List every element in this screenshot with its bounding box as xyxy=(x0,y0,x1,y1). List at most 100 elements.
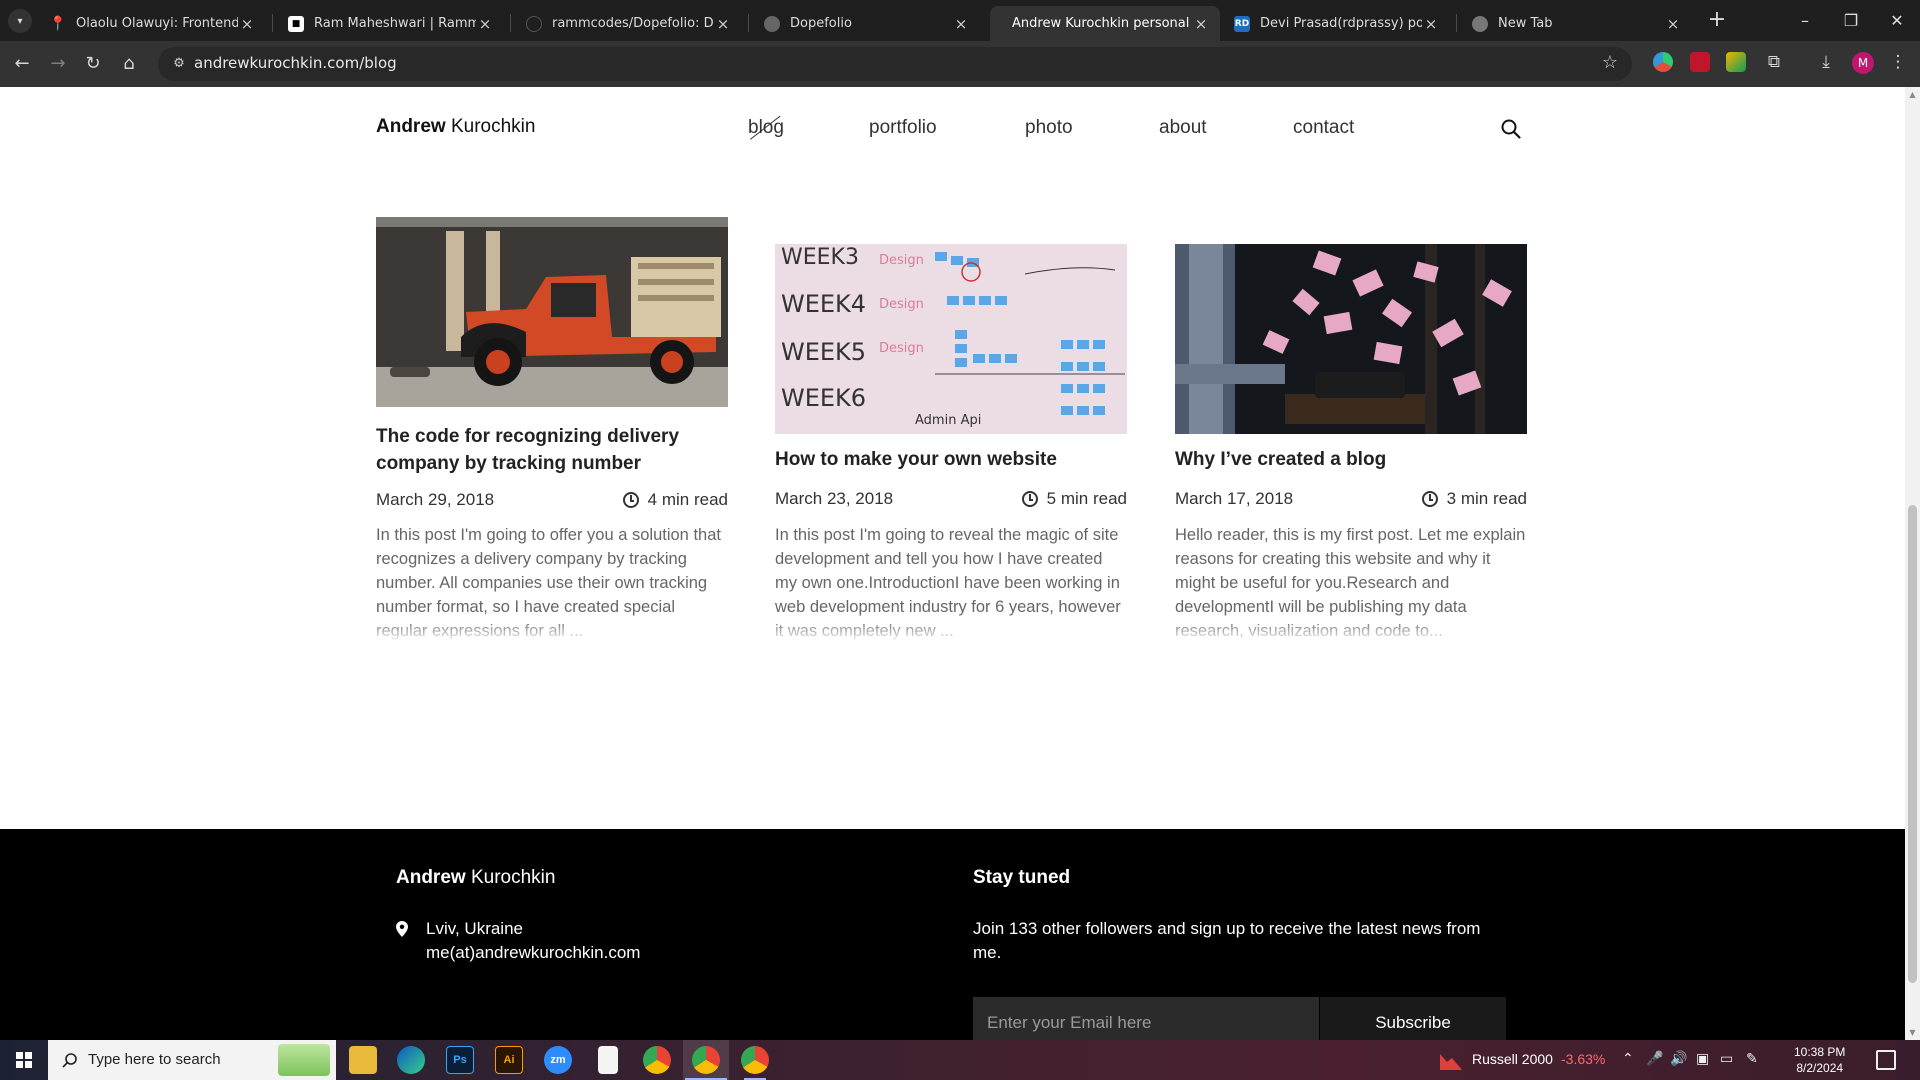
camera-icon[interactable]: ▣ xyxy=(1696,1051,1709,1067)
close-icon[interactable]: × xyxy=(714,15,732,33)
location-pin-icon xyxy=(396,921,408,937)
svg-text:WEEK4: WEEK4 xyxy=(781,290,866,318)
close-window-icon[interactable]: ✕ xyxy=(1874,0,1920,41)
post-card[interactable]: WEEK3 WEEK4 WEEK5 WEEK6 Design Design De… xyxy=(775,244,1127,644)
windows-start-icon[interactable] xyxy=(0,1040,48,1080)
stock-change: -3.63% xyxy=(1561,1051,1606,1067)
nav-contact[interactable]: contact xyxy=(1293,117,1354,139)
scroll-up-icon[interactable]: ▲ xyxy=(1908,90,1917,99)
photoshop-icon[interactable]: Ps xyxy=(446,1046,474,1074)
tab-github-dopefolio[interactable]: rammcodes/Dopefolio: Dopefolio × xyxy=(516,6,742,41)
post-image-whiteboard[interactable]: WEEK3 WEEK4 WEEK5 WEEK6 Design Design De… xyxy=(775,244,1127,434)
site-info-icon[interactable]: ⚙ xyxy=(170,55,188,73)
tab-search-icon[interactable]: ▾ xyxy=(8,9,32,33)
reload-icon[interactable]: ↻ xyxy=(78,49,108,79)
post-date: March 17, 2018 xyxy=(1175,489,1294,508)
illustrator-icon[interactable]: Ai xyxy=(495,1046,523,1074)
bookmark-star-icon[interactable]: ☆ xyxy=(1602,52,1618,73)
extension-icon-3[interactable] xyxy=(1726,52,1746,72)
restore-icon[interactable]: ❐ xyxy=(1828,0,1874,41)
back-icon[interactable]: ← xyxy=(7,49,37,79)
close-icon[interactable]: × xyxy=(238,15,256,33)
taskbar-clock[interactable]: 10:38 PM 8/2/2024 xyxy=(1794,1044,1845,1076)
stock-chart-icon xyxy=(1440,1054,1462,1070)
taskbar-time: 10:38 PM xyxy=(1794,1045,1846,1059)
notepad-icon[interactable] xyxy=(598,1046,618,1074)
chrome-second-icon[interactable] xyxy=(741,1046,769,1074)
post-title[interactable]: Why I’ve created a blog xyxy=(1175,446,1527,473)
chevron-up-icon[interactable]: ⌃ xyxy=(1622,1051,1634,1067)
url-text[interactable]: andrewkurochkin.com/blog xyxy=(194,54,397,72)
zoom-icon[interactable]: zm xyxy=(544,1046,572,1074)
search-icon[interactable] xyxy=(1500,118,1522,140)
subscribe-button[interactable]: Subscribe xyxy=(1319,997,1506,1040)
post-read-time: 5 min read xyxy=(1021,489,1127,509)
post-title[interactable]: How to make your own website xyxy=(775,446,1127,473)
post-title[interactable]: The code for recognizing delivery compan… xyxy=(376,423,728,477)
post-card[interactable]: The code for recognizing delivery compan… xyxy=(376,217,728,640)
svg-text:Design: Design xyxy=(879,253,924,268)
close-icon[interactable]: × xyxy=(952,15,970,33)
rd-logo-icon: RD xyxy=(1234,15,1250,32)
tab-olaolu[interactable]: 📍 Olaolu Olawuyi: Frontend developer × xyxy=(40,6,266,41)
pen-icon[interactable]: ✎ xyxy=(1746,1051,1758,1067)
browser-tab-bar: ▾ 📍 Olaolu Olawuyi: Frontend developer ×… xyxy=(0,0,1920,41)
clock-icon xyxy=(1421,491,1438,507)
more-menu-icon[interactable]: ⋮ xyxy=(1886,50,1910,74)
extension-icon-1[interactable] xyxy=(1653,52,1673,72)
post-card[interactable]: Why I’ve created a blog March 17, 2018 3… xyxy=(1175,244,1527,644)
close-icon[interactable]: × xyxy=(476,15,494,33)
close-icon[interactable]: × xyxy=(1422,15,1440,33)
chrome-profile-icon[interactable] xyxy=(692,1046,720,1074)
site-brand[interactable]: Andrew Kurochkin xyxy=(376,116,535,138)
nav-portfolio[interactable]: portfolio xyxy=(869,117,937,139)
tab-andrew-kurochkin[interactable]: Andrew Kurochkin personal blog × xyxy=(990,6,1220,41)
nav-about[interactable]: about xyxy=(1159,117,1207,139)
post-image-red-truck[interactable] xyxy=(376,217,728,407)
close-icon[interactable]: × xyxy=(1664,15,1682,33)
notification-icon[interactable] xyxy=(1876,1050,1896,1070)
svg-text:WEEK5: WEEK5 xyxy=(781,338,866,366)
tab-dopefolio[interactable]: Dopefolio × xyxy=(754,6,980,41)
person-icon: ■ xyxy=(288,15,304,32)
new-tab-button[interactable]: + xyxy=(1704,8,1730,34)
minimize-icon[interactable]: – xyxy=(1782,0,1828,41)
profile-avatar[interactable]: M xyxy=(1852,52,1874,74)
newsletter-title: Stay tuned xyxy=(973,867,1071,888)
footer-email[interactable]: me(at)andrewkurochkin.com xyxy=(426,941,640,965)
post-image-typewriter[interactable] xyxy=(1175,244,1527,434)
stock-name[interactable]: Russell 2000 xyxy=(1472,1051,1553,1067)
svg-text:Design: Design xyxy=(879,297,924,312)
chrome-icon[interactable] xyxy=(643,1046,671,1074)
scroll-thumb[interactable] xyxy=(1908,505,1917,983)
footer-brand[interactable]: Andrew Kurochkin xyxy=(396,867,555,889)
search-icon xyxy=(62,1053,77,1068)
tab-devi-prasad[interactable]: RD Devi Prasad(rdprassy) portfolio × xyxy=(1224,6,1450,41)
address-bar[interactable]: ⚙ andrewkurochkin.com/blog ☆ xyxy=(158,47,1632,81)
home-icon[interactable]: ⌂ xyxy=(114,49,144,79)
newsletter-email-input[interactable] xyxy=(973,997,1319,1040)
page-scrollbar[interactable]: ▲ ▼ xyxy=(1905,87,1920,1040)
nav-photo[interactable]: photo xyxy=(1025,117,1073,139)
newsletter-text: Join 133 other followers and sign up to … xyxy=(973,919,1481,962)
svg-text:WEEK6: WEEK6 xyxy=(781,384,866,412)
download-icon[interactable]: ⤓ xyxy=(1814,50,1838,74)
forward-icon[interactable]: → xyxy=(43,49,73,79)
taskbar-search[interactable]: Type here to search xyxy=(48,1040,336,1080)
tab-new-tab[interactable]: New Tab × xyxy=(1462,6,1692,41)
post-date: March 29, 2018 xyxy=(376,490,495,509)
extensions-puzzle-icon[interactable]: ⧉ xyxy=(1762,50,1786,74)
extension-icon-2[interactable] xyxy=(1690,52,1710,72)
file-explorer-icon[interactable] xyxy=(349,1046,377,1074)
microphone-icon[interactable]: 🎤 xyxy=(1646,1051,1663,1067)
volume-icon[interactable]: 🔊 xyxy=(1670,1051,1687,1067)
nav-blog[interactable]: blog xyxy=(748,117,784,139)
tab-rammcodes[interactable]: ■ Ram Maheshwari | RammCodes × xyxy=(278,6,504,41)
svg-text:Design: Design xyxy=(879,341,924,356)
edge-icon[interactable] xyxy=(397,1046,425,1074)
close-icon[interactable]: × xyxy=(1192,15,1210,33)
globe-icon xyxy=(764,15,780,32)
scroll-down-icon[interactable]: ▼ xyxy=(1908,1028,1917,1037)
network-icon[interactable]: ▭ xyxy=(1720,1051,1733,1067)
svg-text:WEEK3: WEEK3 xyxy=(781,245,859,270)
